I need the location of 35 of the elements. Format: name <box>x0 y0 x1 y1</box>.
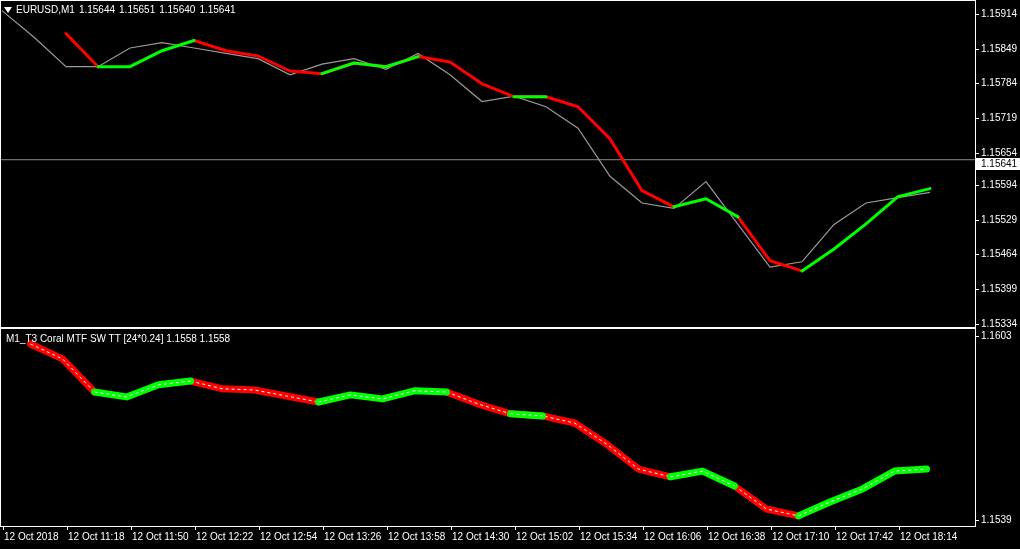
price-scale-label: 1.1603 <box>981 329 1012 342</box>
time-scale-label: 12 Oct 14:30 <box>452 531 510 543</box>
time-scale-label: 12 Oct 15:34 <box>580 531 638 543</box>
quote-value: 1.15641 <box>199 4 236 16</box>
price-scale-label: 1.15849 <box>981 42 1018 55</box>
time-scale-label: 12 Oct 17:42 <box>836 531 894 543</box>
price-scale-label: 1.15464 <box>981 248 1018 261</box>
quote-value: 1.15651 <box>119 4 156 16</box>
indicator-title: M1_T3 Coral MTF SW TT [24*0.24] 1.1558 1.1558 <box>6 333 231 345</box>
price-scale-label: 1.15784 <box>981 77 1018 90</box>
price-scale-label: 1.15719 <box>981 112 1018 125</box>
price-scale-label: 1.15654 <box>981 146 1018 159</box>
time-scale-label: 12 Oct 13:26 <box>324 531 382 543</box>
price-scale-label: 1.1539 <box>981 513 1012 526</box>
price-scale-label: 1.15334 <box>981 317 1018 330</box>
quote-value: 1.15644 <box>78 4 116 16</box>
quote-value: 1.15640 <box>159 4 196 16</box>
time-scale-label: 12 Oct 2018 <box>4 531 59 543</box>
price-scale-label: 1.15594 <box>981 178 1018 191</box>
dropdown-triangle-icon[interactable] <box>4 7 12 13</box>
time-scale-label: 12 Oct 18:14 <box>900 531 958 543</box>
time-scale-label: 12 Oct 12:54 <box>260 531 318 543</box>
current-price-tag: 1.15641 <box>976 157 1020 170</box>
time-scale-label: 12 Oct 16:38 <box>708 531 766 543</box>
price-scale-label: 1.15399 <box>981 283 1018 296</box>
price-scale-label: 1.15529 <box>981 213 1018 226</box>
price-scale-label: 1.15914 <box>981 7 1018 20</box>
time-scale-label: 12 Oct 13:58 <box>388 531 446 543</box>
time-scale-label: 12 Oct 15:02 <box>516 531 574 543</box>
symbol-label: EURUSD,M1 <box>16 4 75 16</box>
time-scale-label: 12 Oct 17:10 <box>772 531 830 543</box>
time-scale-label: 12 Oct 11:18 <box>68 531 125 543</box>
time-scale-label: 12 Oct 16:06 <box>644 531 702 543</box>
time-scale-label: 12 Oct 12:22 <box>196 531 254 543</box>
time-scale-label: 12 Oct 11:50 <box>132 531 189 543</box>
